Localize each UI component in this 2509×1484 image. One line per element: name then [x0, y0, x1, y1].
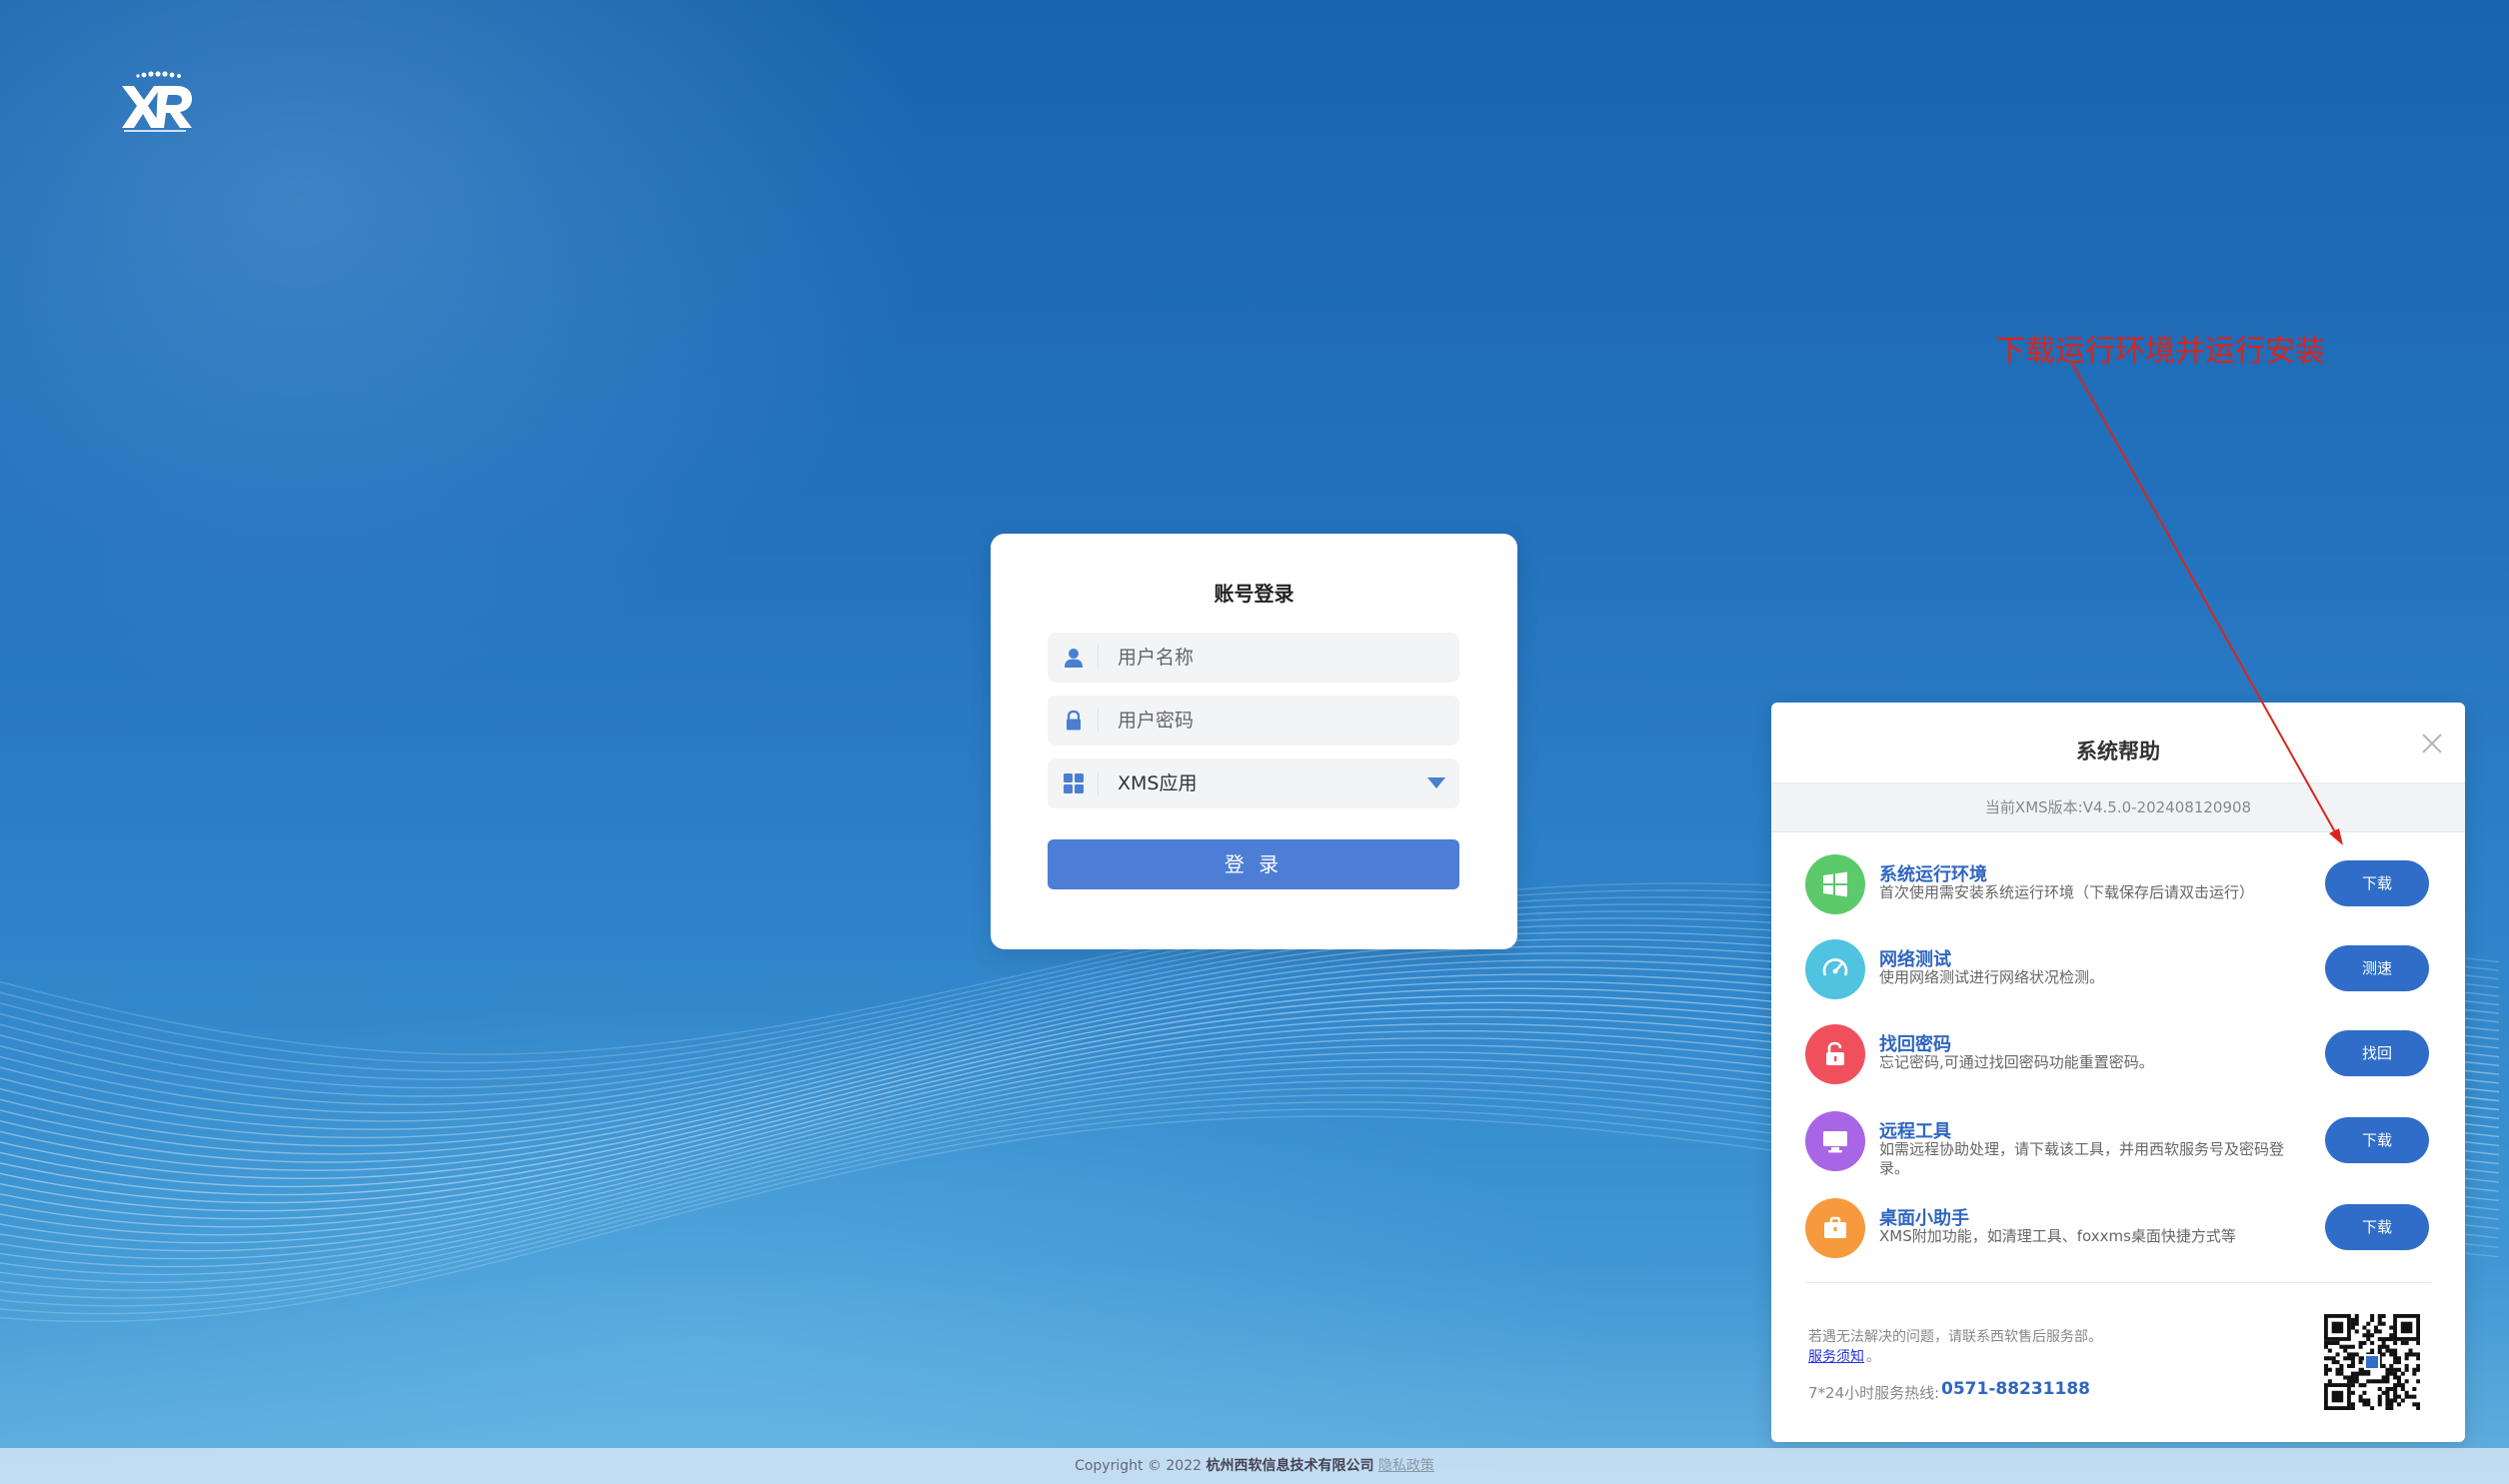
help-item-remote-tool: 远程工具 如需远程协助处理，请下载该工具，并用西软服务号及密码登录。 下载	[1805, 1107, 2431, 1177]
service-notice-suffix: 。	[1866, 1349, 1880, 1365]
recover-password-button[interactable]: 找回	[2325, 1030, 2429, 1076]
speed-test-button[interactable]: 测速	[2325, 945, 2429, 991]
service-notice-link[interactable]: 服务须知	[1808, 1346, 1864, 1366]
company-name: 杭州西软信息技术有限公司	[1206, 1458, 1374, 1474]
field-separator	[1098, 770, 1099, 796]
help-item-recover-password: 找回密码 忘记密码,可通过找回密码功能重置密码。 找回	[1805, 1020, 2431, 1090]
toolbox-icon	[1824, 1216, 1846, 1238]
login-title: 账号登录	[1214, 582, 1294, 606]
privacy-policy-link[interactable]: 隐私政策	[1378, 1458, 1434, 1474]
annotation-text: 下载运行环境并运行安装	[1995, 334, 2325, 369]
assistant-icon-circle	[1805, 1198, 1865, 1258]
support-text: 若遇无法解决的问题，请联系西软售后服务部。	[1808, 1329, 2102, 1345]
unlock-icon	[1826, 1041, 1844, 1065]
field-separator	[1098, 645, 1099, 671]
help-item-desc: XMS附加功能，如清理工具、foxxms桌面快捷方式等	[1879, 1227, 2236, 1245]
username-field[interactable]: 用户名称	[1048, 633, 1459, 683]
help-item-network-test: 网络测试 使用网络测试进行网络状况检测。 测速	[1805, 935, 2431, 1005]
hotline-label: 7*24小时服务热线:	[1808, 1384, 1940, 1402]
help-panel: 系统帮助 当前XMS版本:V4.5.0-202408120908 系统运行环境 …	[1771, 703, 2465, 1442]
password-field[interactable]: 用户密码	[1048, 696, 1459, 745]
help-item-desc: 忘记密码,可通过找回密码功能重置密码。	[1879, 1053, 2154, 1071]
download-runtime-button[interactable]: 下载	[2325, 860, 2429, 906]
login-card: 账号登录 用户名称 用户密码 XMS应用 登 录	[991, 534, 1517, 949]
help-item-desc: 如需远程协助处理，请下载该工具，并用西软服务号及密码登录。	[1879, 1140, 2285, 1177]
runtime-icon-circle	[1805, 854, 1865, 914]
app-select-value: XMS应用	[1118, 772, 1198, 794]
copyright-text: Copyright © 2022	[1075, 1458, 1203, 1474]
download-remote-tool-button[interactable]: 下载	[2325, 1117, 2429, 1163]
version-bar: 当前XMS版本:V4.5.0-202408120908	[1771, 782, 2465, 832]
hotline-number: 0571-88231188	[1941, 1379, 2090, 1399]
help-item-desc: 首次使用需安装系统运行环境（下载保存后请双击运行）	[1879, 883, 2255, 901]
xr-logo	[122, 71, 192, 132]
user-icon	[1065, 649, 1083, 668]
username-input[interactable]: 用户名称	[1118, 633, 1194, 683]
lock-icon	[1067, 710, 1081, 731]
windows-icon	[1823, 871, 1847, 897]
download-assistant-button[interactable]: 下载	[2325, 1204, 2429, 1250]
dropdown-arrow-icon[interactable]	[1427, 777, 1445, 788]
help-item-runtime: 系统运行环境 首次使用需安装系统运行环境（下载保存后请双击运行） 下载	[1805, 850, 2431, 920]
footer-bar: Copyright © 2022 杭州西软信息技术有限公司 隐私政策	[0, 1448, 2509, 1484]
grid-icon	[1064, 773, 1084, 793]
remote-icon-circle	[1805, 1111, 1865, 1171]
qr-code	[2324, 1314, 2420, 1410]
monitor-icon	[1823, 1131, 1847, 1153]
password-input[interactable]: 用户密码	[1118, 696, 1194, 745]
help-item-desc: 使用网络测试进行网络状况检测。	[1879, 968, 2105, 986]
network-icon-circle	[1805, 939, 1865, 999]
recover-icon-circle	[1805, 1024, 1865, 1084]
login-button[interactable]: 登 录	[1048, 839, 1459, 889]
help-item-desktop-assistant: 桌面小助手 XMS附加功能，如清理工具、foxxms桌面快捷方式等 下载	[1805, 1194, 2431, 1264]
close-icon[interactable]	[2421, 733, 2443, 754]
help-title: 系统帮助	[2076, 740, 2160, 763]
app-select[interactable]: XMS应用	[1048, 758, 1459, 808]
speedometer-icon	[1822, 958, 1848, 976]
field-separator	[1098, 708, 1099, 734]
divider	[1805, 1282, 2431, 1283]
